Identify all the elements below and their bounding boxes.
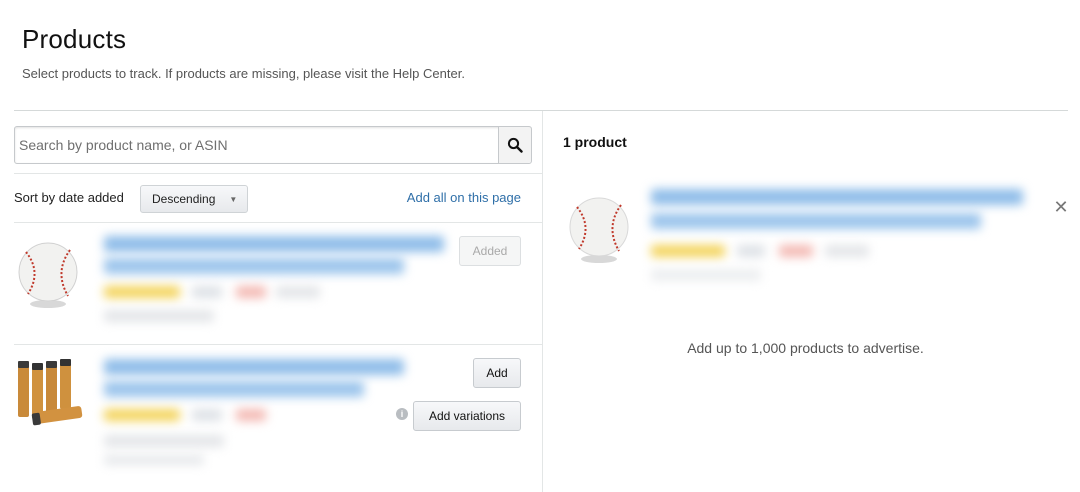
asin-blurred [104, 455, 204, 465]
rating-stars-blurred [104, 409, 180, 421]
sort-order-value: Descending [152, 192, 216, 206]
rating-stars-blurred [104, 286, 180, 298]
rating-count-blurred [192, 409, 222, 421]
search-icon [507, 137, 523, 153]
search-input[interactable] [15, 127, 499, 163]
product-title-blurred [104, 381, 364, 397]
rating-stars-blurred [651, 245, 725, 257]
sort-order-dropdown[interactable]: Descending ▼ [140, 185, 248, 213]
asin-blurred [104, 435, 224, 447]
selected-count-label: 1 product [563, 134, 627, 150]
info-icon[interactable]: i [396, 408, 408, 420]
selected-product-title-blurred [651, 213, 981, 229]
page-title: Products [22, 24, 127, 54]
price-detail-blurred [825, 245, 869, 257]
search-bar [14, 126, 532, 164]
page-subtitle: Select products to track. If products ar… [22, 66, 465, 81]
sort-toolbar: Sort by date added Descending ▼ Add all … [14, 173, 542, 223]
price-detail-blurred [276, 286, 320, 298]
product-row: Add i Add variations [14, 345, 542, 492]
product-row: Added [14, 222, 542, 345]
price-blurred [236, 286, 266, 298]
product-search-panel: Sort by date added Descending ▼ Add all … [14, 111, 543, 492]
product-title-blurred [104, 236, 444, 252]
batteries-icon [18, 359, 83, 426]
sort-label: Sort by date added [14, 190, 124, 205]
rating-count-blurred [192, 286, 222, 298]
baseball-icon [18, 242, 78, 308]
selected-products-panel: 1 product ✕ Add up to 1,000 products to … [543, 111, 1069, 492]
add-variations-button[interactable]: Add variations [413, 401, 521, 431]
rating-count-blurred [737, 245, 765, 257]
add-all-link[interactable]: Add all on this page [407, 190, 521, 205]
add-button[interactable]: Add [473, 358, 521, 388]
product-limit-message: Add up to 1,000 products to advertise. [687, 340, 924, 356]
baseball-icon [569, 197, 629, 263]
price-blurred [236, 409, 266, 421]
search-button[interactable] [498, 127, 531, 163]
chevron-down-icon: ▼ [229, 194, 238, 204]
asin-blurred [651, 269, 761, 281]
asin-blurred [104, 310, 214, 322]
added-button[interactable]: Added [459, 236, 521, 266]
close-icon[interactable]: ✕ [1053, 198, 1069, 216]
product-title-blurred [104, 258, 404, 274]
selected-product-title-blurred [651, 189, 1023, 205]
price-blurred [779, 245, 813, 257]
product-title-blurred [104, 359, 404, 375]
